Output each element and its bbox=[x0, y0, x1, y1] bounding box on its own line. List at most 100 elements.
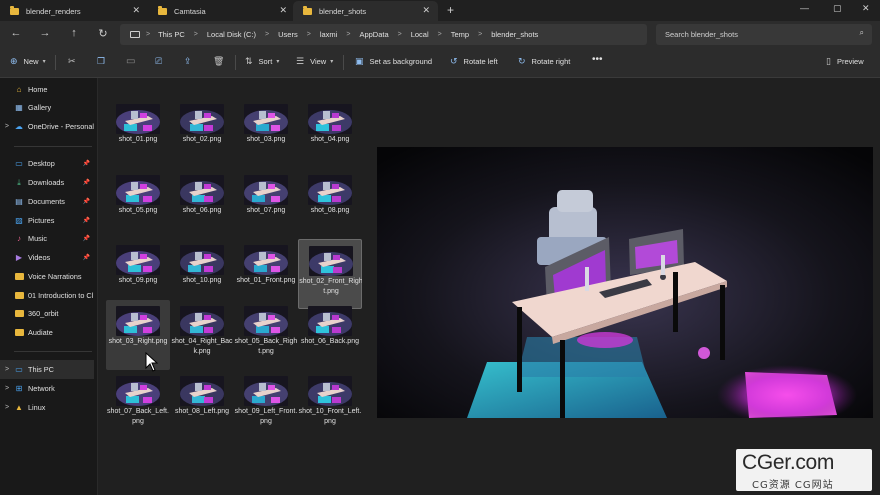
pin-icon[interactable]: 📌 bbox=[83, 179, 90, 186]
search-input[interactable]: Search blender_shots ⌕ bbox=[656, 24, 872, 45]
desktop-icon: ▭ bbox=[15, 159, 23, 168]
pin-icon[interactable]: 📌 bbox=[83, 254, 90, 261]
delete-button[interactable]: 🗑 bbox=[213, 56, 230, 67]
file-item[interactable]: shot_07.png bbox=[234, 169, 298, 239]
breadcrumb-item[interactable]: > This PC bbox=[146, 30, 185, 39]
sidebar-item-network[interactable]: > ⊞ Network bbox=[0, 379, 94, 398]
sort-button[interactable]: ⇅ Sort ▾ bbox=[245, 56, 279, 67]
sidebar-item-home[interactable]: ⌂ Home bbox=[0, 80, 94, 99]
address-bar: ← → ↑ ↻ > This PC > Local Disk (C:) > Users… bbox=[0, 21, 880, 47]
close-window-button[interactable]: ✕ bbox=[862, 3, 870, 14]
sidebar-item-onedrive[interactable]: > ☁ OneDrive - Personal bbox=[0, 117, 94, 136]
cut-button[interactable]: ✂ bbox=[68, 56, 82, 67]
tab-camtasia[interactable]: Camtasia ✕ bbox=[148, 1, 295, 21]
sidebar-item-documents[interactable]: ▤ Documents 📌 bbox=[0, 192, 94, 211]
file-item[interactable]: shot_02.png bbox=[170, 98, 234, 168]
folder-icon bbox=[303, 5, 312, 15]
pin-icon[interactable]: 📌 bbox=[83, 235, 90, 242]
file-item[interactable]: shot_08.png bbox=[298, 169, 362, 239]
file-item[interactable]: shot_04.png bbox=[298, 98, 362, 168]
breadcrumb-label: Local Disk (C:) bbox=[206, 30, 257, 39]
file-item[interactable]: shot_01.png bbox=[106, 98, 170, 168]
new-tab-button[interactable]: + bbox=[447, 3, 454, 17]
file-item[interactable]: shot_05.png bbox=[106, 169, 170, 239]
chevron-right-icon[interactable]: > bbox=[0, 123, 14, 130]
pin-icon[interactable]: 📌 bbox=[83, 160, 90, 167]
sidebar-item-videos[interactable]: ▶ Videos 📌 bbox=[0, 248, 94, 267]
image-thumbnail bbox=[116, 376, 160, 406]
sidebar-item-audiate[interactable]: Audiate bbox=[0, 323, 94, 342]
file-name: shot_05_Back_Right.png bbox=[234, 338, 298, 355]
sidebar-item-01-introduction[interactable]: 01 Introduction to Cl bbox=[0, 286, 94, 305]
file-item[interactable]: shot_10_Front_Left.png bbox=[298, 370, 362, 440]
file-item[interactable]: shot_03_Right.png bbox=[106, 300, 170, 370]
paste-button[interactable]: ▭ bbox=[126, 56, 135, 67]
pin-icon[interactable]: 📌 bbox=[83, 198, 90, 205]
file-item[interactable]: shot_09.png bbox=[106, 239, 170, 309]
sidebar-item-music[interactable]: ♪ Music 📌 bbox=[0, 229, 94, 248]
close-tab-icon[interactable]: ✕ bbox=[132, 5, 140, 16]
file-item[interactable]: shot_06_Back.png bbox=[298, 300, 362, 370]
sidebar-item-this-pc[interactable]: > ▭ This PC bbox=[0, 360, 94, 379]
back-button[interactable]: ← bbox=[9, 27, 23, 39]
file-item[interactable]: shot_07_Back_Left.png bbox=[106, 370, 170, 440]
preview-pane-button[interactable]: ▯ Preview bbox=[826, 56, 864, 67]
file-item[interactable]: shot_04_Right_Back.png bbox=[170, 300, 234, 370]
sidebar-item-voice-narrations[interactable]: Voice Narrations bbox=[0, 267, 94, 286]
breadcrumb[interactable]: > This PC > Local Disk (C:) > Users > laxmi … bbox=[120, 24, 647, 45]
this-pc-icon: ▭ bbox=[15, 365, 23, 374]
file-item[interactable]: shot_08_Left.png bbox=[170, 370, 234, 440]
mouse-cursor-icon bbox=[145, 352, 159, 372]
forward-button[interactable]: → bbox=[38, 27, 52, 39]
breadcrumb-item[interactable]: > Users bbox=[256, 30, 298, 39]
file-item[interactable]: shot_01_Front.png bbox=[234, 239, 298, 309]
rename-button[interactable]: ⎚ bbox=[155, 56, 168, 67]
sidebar-item-pictures[interactable]: ▨ Pictures 📌 bbox=[0, 211, 94, 230]
breadcrumb-item[interactable]: > AppData bbox=[337, 30, 388, 39]
image-thumbnail bbox=[116, 245, 160, 275]
file-item[interactable]: shot_05_Back_Right.png bbox=[234, 300, 298, 370]
chevron-right-icon[interactable]: > bbox=[0, 366, 14, 373]
file-item[interactable]: shot_06.png bbox=[170, 169, 234, 239]
image-thumbnail bbox=[244, 104, 288, 134]
refresh-button[interactable]: ↻ bbox=[96, 27, 110, 40]
breadcrumb-item[interactable]: > Local Disk (C:) bbox=[185, 30, 256, 39]
sidebar-item-gallery[interactable]: ▦ Gallery bbox=[0, 98, 94, 117]
breadcrumb-item[interactable]: > Local bbox=[389, 30, 429, 39]
set-as-background-button[interactable]: ▣ Set as background bbox=[355, 56, 432, 67]
sidebar-item-desktop[interactable]: ▭ Desktop 📌 bbox=[0, 154, 94, 173]
chevron-right-icon[interactable]: > bbox=[0, 385, 14, 392]
share-button[interactable]: ⇪ bbox=[184, 56, 198, 67]
network-icon: ⊞ bbox=[15, 384, 23, 393]
chevron-right-icon[interactable]: > bbox=[0, 404, 14, 411]
file-item[interactable]: shot_02_Front_Right.png bbox=[298, 239, 363, 309]
rotate-right-button[interactable]: ↻ Rotate right bbox=[518, 56, 570, 67]
file-name: shot_09.png bbox=[118, 277, 158, 284]
close-tab-icon[interactable]: ✕ bbox=[422, 5, 430, 16]
image-thumbnail bbox=[116, 306, 160, 336]
rotate-left-button[interactable]: ↺ Rotate left bbox=[450, 56, 498, 67]
file-item[interactable]: shot_03.png bbox=[234, 98, 298, 168]
close-tab-icon[interactable]: ✕ bbox=[279, 5, 287, 16]
file-item[interactable]: shot_09_Left_Front.png bbox=[234, 370, 298, 440]
tab-blender-renders[interactable]: blender_renders ✕ bbox=[0, 1, 148, 21]
up-button[interactable]: ↑ bbox=[67, 27, 81, 39]
tab-blender-shots[interactable]: blender_shots ✕ bbox=[293, 1, 438, 21]
sidebar-item-linux[interactable]: > ▲ Linux bbox=[0, 398, 94, 417]
breadcrumb-item[interactable]: > laxmi bbox=[298, 30, 338, 39]
view-button[interactable]: ☰ View ▾ bbox=[296, 56, 333, 67]
breadcrumb-item[interactable]: > blender_shots bbox=[469, 30, 538, 39]
breadcrumb-item[interactable]: > Temp bbox=[429, 30, 469, 39]
more-options-button[interactable]: ••• bbox=[592, 54, 603, 65]
linux-icon: ▲ bbox=[15, 403, 23, 412]
cloud-icon: ☁ bbox=[14, 122, 23, 131]
maximize-button[interactable]: ▢ bbox=[833, 3, 842, 14]
sidebar-item-downloads[interactable]: ⤓ Downloads 📌 bbox=[0, 173, 94, 192]
pin-icon[interactable]: 📌 bbox=[83, 217, 90, 224]
sidebar-item-label: Audiate bbox=[28, 328, 53, 337]
sidebar-item-360-orbit[interactable]: 360_orbit bbox=[0, 304, 94, 323]
file-item[interactable]: shot_10.png bbox=[170, 239, 234, 309]
new-button[interactable]: ⊕ New ▾ bbox=[10, 56, 46, 67]
minimize-button[interactable]: — bbox=[800, 3, 809, 13]
copy-button[interactable]: ❐ bbox=[97, 56, 111, 67]
